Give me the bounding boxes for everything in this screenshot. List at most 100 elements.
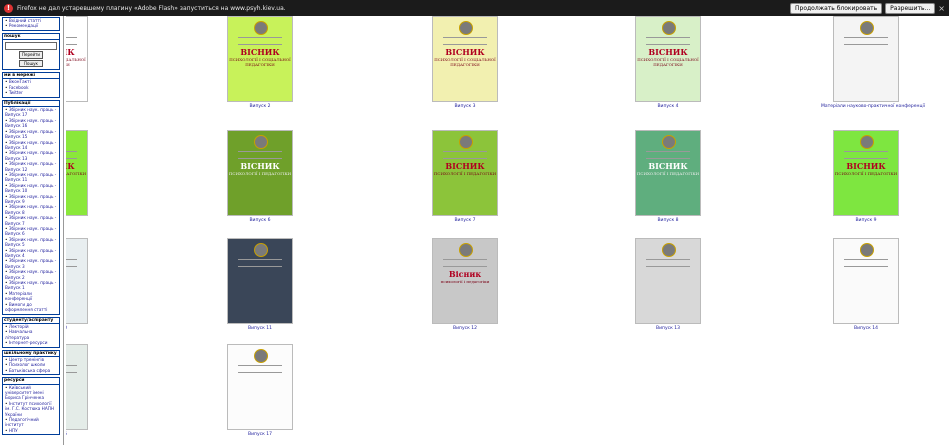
cover-title: ВІСНИК	[66, 47, 75, 57]
issue-caption-link[interactable]: Випуск 14	[821, 326, 911, 331]
issue-item[interactable]: Випуск 10	[66, 238, 100, 331]
issue-item[interactable]: ВІСНИК ПСИХОЛОГІЇ І ПЕДАГОГІКИ Випуск 6	[215, 130, 305, 223]
sidebar-link[interactable]: Збірник наук. праць - Випуск 2	[5, 269, 58, 280]
sidebar-link[interactable]: Педагогічний інститут	[5, 417, 58, 428]
issue-cover-image[interactable]	[635, 238, 701, 324]
issue-caption-link[interactable]: Випуск 10	[66, 326, 100, 331]
close-icon[interactable]: ×	[938, 4, 945, 13]
issue-item[interactable]: ВІСНИК ПСИХОЛОГІЇ І ПЕДАГОГІКИ Випуск 8	[623, 130, 713, 223]
issue-cover-image[interactable]	[66, 238, 88, 324]
issue-item[interactable]: Випуск 11	[215, 238, 305, 331]
issue-item[interactable]: ВІСНИКПСИХОЛОГІЇ І СОЦІАЛЬНОЇ ПЕДАГОГІКИ…	[623, 16, 713, 109]
sidebar-link[interactable]: Збірник наук. праць - Випуск 6	[5, 226, 58, 237]
issue-caption-link[interactable]: Матеріали науково-практичної конференції	[821, 104, 925, 109]
issue-item[interactable]: ВІСНИКПСИХОЛОГІЇ І ПЕДАГОГІКИ Випуск 5	[66, 130, 100, 223]
links-block: ресурси Київський університет імені Бори…	[2, 377, 60, 436]
issue-cover-image[interactable]: ВІСНИКПСИХОЛОГІЇ І СОЦІАЛЬНОЇ ПЕДАГОГІКИ	[227, 16, 293, 102]
issue-item[interactable]: Випуск 14	[821, 238, 911, 331]
issue-item[interactable]: ВІСНИК ПСИХОЛОГІЇ І ПЕДАГОГІКИ Випуск 7	[420, 130, 510, 223]
issue-cover-image[interactable]: ВІСНИКПСИХОЛОГІЇ І ПЕДАГОГІКИ	[227, 130, 293, 216]
issue-cover-image[interactable]	[833, 238, 899, 324]
notification-message: Firefox не дал устаревшему плагину «Adob…	[17, 4, 286, 12]
issue-cover-image[interactable]: ВІСНИКПСИХОЛОГІЇ І ПЕДАГОГІКИ	[66, 130, 88, 216]
issue-item[interactable]: ВІСНИКПСИХОЛОГІЇ І СОЦІАЛЬНОЇ ПЕДАГОГІКИ…	[420, 16, 510, 109]
sidebar-link[interactable]: Збірник наук. праць - Випуск 1	[5, 280, 58, 291]
issue-cover-image[interactable]	[833, 16, 899, 102]
sidebar-link[interactable]: Збірник наук. праць - Випуск 8	[5, 204, 58, 215]
sidebar-link[interactable]: Інститут психології ім. Г.С. Костюка НАП…	[5, 401, 58, 417]
cover-text-lines	[66, 151, 77, 159]
issue-cover-image[interactable]: ВІСНИКПСИХОЛОГІЇ І СОЦІАЛЬНОЇ ПЕДАГОГІКИ	[432, 16, 498, 102]
students-block: студенту/аспіранту ЛекторійНавчальна літ…	[2, 316, 60, 348]
search-input[interactable]	[5, 42, 57, 51]
issue-cover-image[interactable]	[227, 238, 293, 324]
issue-item[interactable]: Випуск 15	[66, 344, 100, 437]
issue-cover-image[interactable]: Вісник психології і педагогіки	[432, 238, 498, 324]
sidebar: Вхідний статті Рекомендації пошук Перейт…	[0, 16, 62, 445]
cover-title: ВІСНИК	[240, 161, 280, 171]
sidebar-link[interactable]: Вимоги до оформлення статті	[5, 302, 58, 313]
issue-caption-link[interactable]: Випуск 1	[66, 104, 100, 109]
sidebar-link[interactable]: Twitter	[5, 90, 58, 95]
issue-item[interactable]: ВІСНИКПСИХОЛОГІЇ І СОЦІАЛЬНОЇ ПЕДАГОГІКИ…	[215, 16, 305, 109]
sidebar-link[interactable]: Збірник наук. праць - Випуск 5	[5, 237, 58, 248]
cover-text-lines	[443, 151, 487, 159]
issue-cover-image[interactable]: ВІСНИКПСИХОЛОГІЇ І СОЦІАЛЬНОЇ ПЕДАГОГІКИ	[66, 16, 88, 102]
university-emblem-icon	[254, 135, 268, 149]
sidebar-link[interactable]: Матеріали конференції	[5, 291, 58, 302]
issue-caption-link[interactable]: Випуск 6	[215, 218, 305, 223]
issue-item[interactable]: ВІСНИКПСИХОЛОГІЇ І СОЦІАЛЬНОЇ ПЕДАГОГІКИ…	[66, 16, 100, 109]
issue-cover-image[interactable]: ВІСНИКПСИХОЛОГІЇ І ПЕДАГОГІКИ	[432, 130, 498, 216]
search-button[interactable]: Пошук	[19, 59, 43, 68]
sidebar-link[interactable]: Батьківська сфера	[5, 368, 58, 373]
issue-item[interactable]: Випуск 17	[215, 344, 305, 437]
issue-cover-image[interactable]	[66, 344, 88, 430]
sidebar-link[interactable]: Збірник наук. праць - Випуск 16	[5, 118, 58, 129]
cover-text-lines	[844, 259, 888, 267]
continue-blocking-button[interactable]: Продолжать блокировать	[790, 2, 883, 14]
go-button[interactable]: Перейти	[19, 51, 43, 59]
sidebar-link[interactable]: Збірник наук. праць - Випуск 14	[5, 140, 58, 151]
sidebar-link[interactable]: Збірник наук. праць - Випуск 3	[5, 258, 58, 269]
sidebar-link[interactable]: Збірник наук. праць - Випуск 17	[5, 107, 58, 118]
cover-text-lines	[238, 37, 282, 45]
sidebar-link[interactable]: Збірник наук. праць - Випуск 10	[5, 183, 58, 194]
sidebar-link[interactable]: Інтернет-ресурси	[5, 340, 58, 345]
issue-caption-link[interactable]: Випуск 15	[66, 432, 100, 437]
sidebar-link[interactable]: Збірник наук. праць - Випуск 9	[5, 194, 58, 205]
issue-item[interactable]: ВІСНИК ПСИХОЛОГІЇ І ПЕДАГОГІКИ Випуск 9	[821, 130, 911, 223]
issue-caption-link[interactable]: Випуск 5	[66, 218, 100, 223]
cover-text-lines	[646, 259, 690, 267]
issue-cover-image[interactable]: ВІСНИКПСИХОЛОГІЇ І ПЕДАГОГІКИ	[635, 130, 701, 216]
issue-caption-link[interactable]: Випуск 2	[215, 104, 305, 109]
issue-caption-link[interactable]: Випуск 9	[821, 218, 911, 223]
sidebar-item[interactable]: Рекомендації	[5, 23, 58, 28]
sidebar-link[interactable]: НПУ	[5, 428, 58, 433]
issue-caption-link[interactable]: Випуск 12	[420, 326, 510, 331]
issue-item[interactable]: Матеріали науково-практичної конференції	[821, 16, 925, 109]
issue-caption-link[interactable]: Випуск 17	[215, 432, 305, 437]
issue-cover-image[interactable]	[227, 344, 293, 430]
issue-caption-link[interactable]: Випуск 3	[420, 104, 510, 109]
sidebar-link[interactable]: Київський університет імені Бориса Грінч…	[5, 385, 58, 401]
issue-cover-image[interactable]: ВІСНИКПСИХОЛОГІЇ І СОЦІАЛЬНОЇ ПЕДАГОГІКИ	[635, 16, 701, 102]
university-emblem-icon	[860, 135, 874, 149]
issue-caption-link[interactable]: Випуск 13	[623, 326, 713, 331]
sidebar-link[interactable]: Збірник наук. праць - Випуск 15	[5, 129, 58, 140]
issue-caption-link[interactable]: Випуск 11	[215, 326, 305, 331]
issue-caption-link[interactable]: Випуск 8	[623, 218, 713, 223]
sidebar-link[interactable]: Збірник наук. праць - Випуск 12	[5, 161, 58, 172]
issue-item[interactable]: Випуск 13	[623, 238, 713, 331]
issue-caption-link[interactable]: Випуск 7	[420, 218, 510, 223]
allow-plugin-button[interactable]: Разрешить...	[885, 2, 936, 14]
sidebar-link[interactable]: Навчальна література	[5, 329, 58, 340]
issue-cover-image[interactable]: ВІСНИКПСИХОЛОГІЇ І ПЕДАГОГІКИ	[833, 130, 899, 216]
issue-caption-link[interactable]: Випуск 4	[623, 104, 713, 109]
sidebar-link[interactable]: Збірник наук. праць - Випуск 11	[5, 172, 58, 183]
sidebar-link[interactable]: Збірник наук. праць - Випуск 4	[5, 248, 58, 259]
sidebar-top-block: Вхідний статті Рекомендації	[2, 17, 60, 31]
cover-text-lines	[238, 365, 282, 373]
issue-item[interactable]: Вісник психології і педагогіки Випуск 12	[420, 238, 510, 331]
sidebar-link[interactable]: Збірник наук. праць - Випуск 7	[5, 215, 58, 226]
sidebar-link[interactable]: Збірник наук. праць - Випуск 13	[5, 150, 58, 161]
